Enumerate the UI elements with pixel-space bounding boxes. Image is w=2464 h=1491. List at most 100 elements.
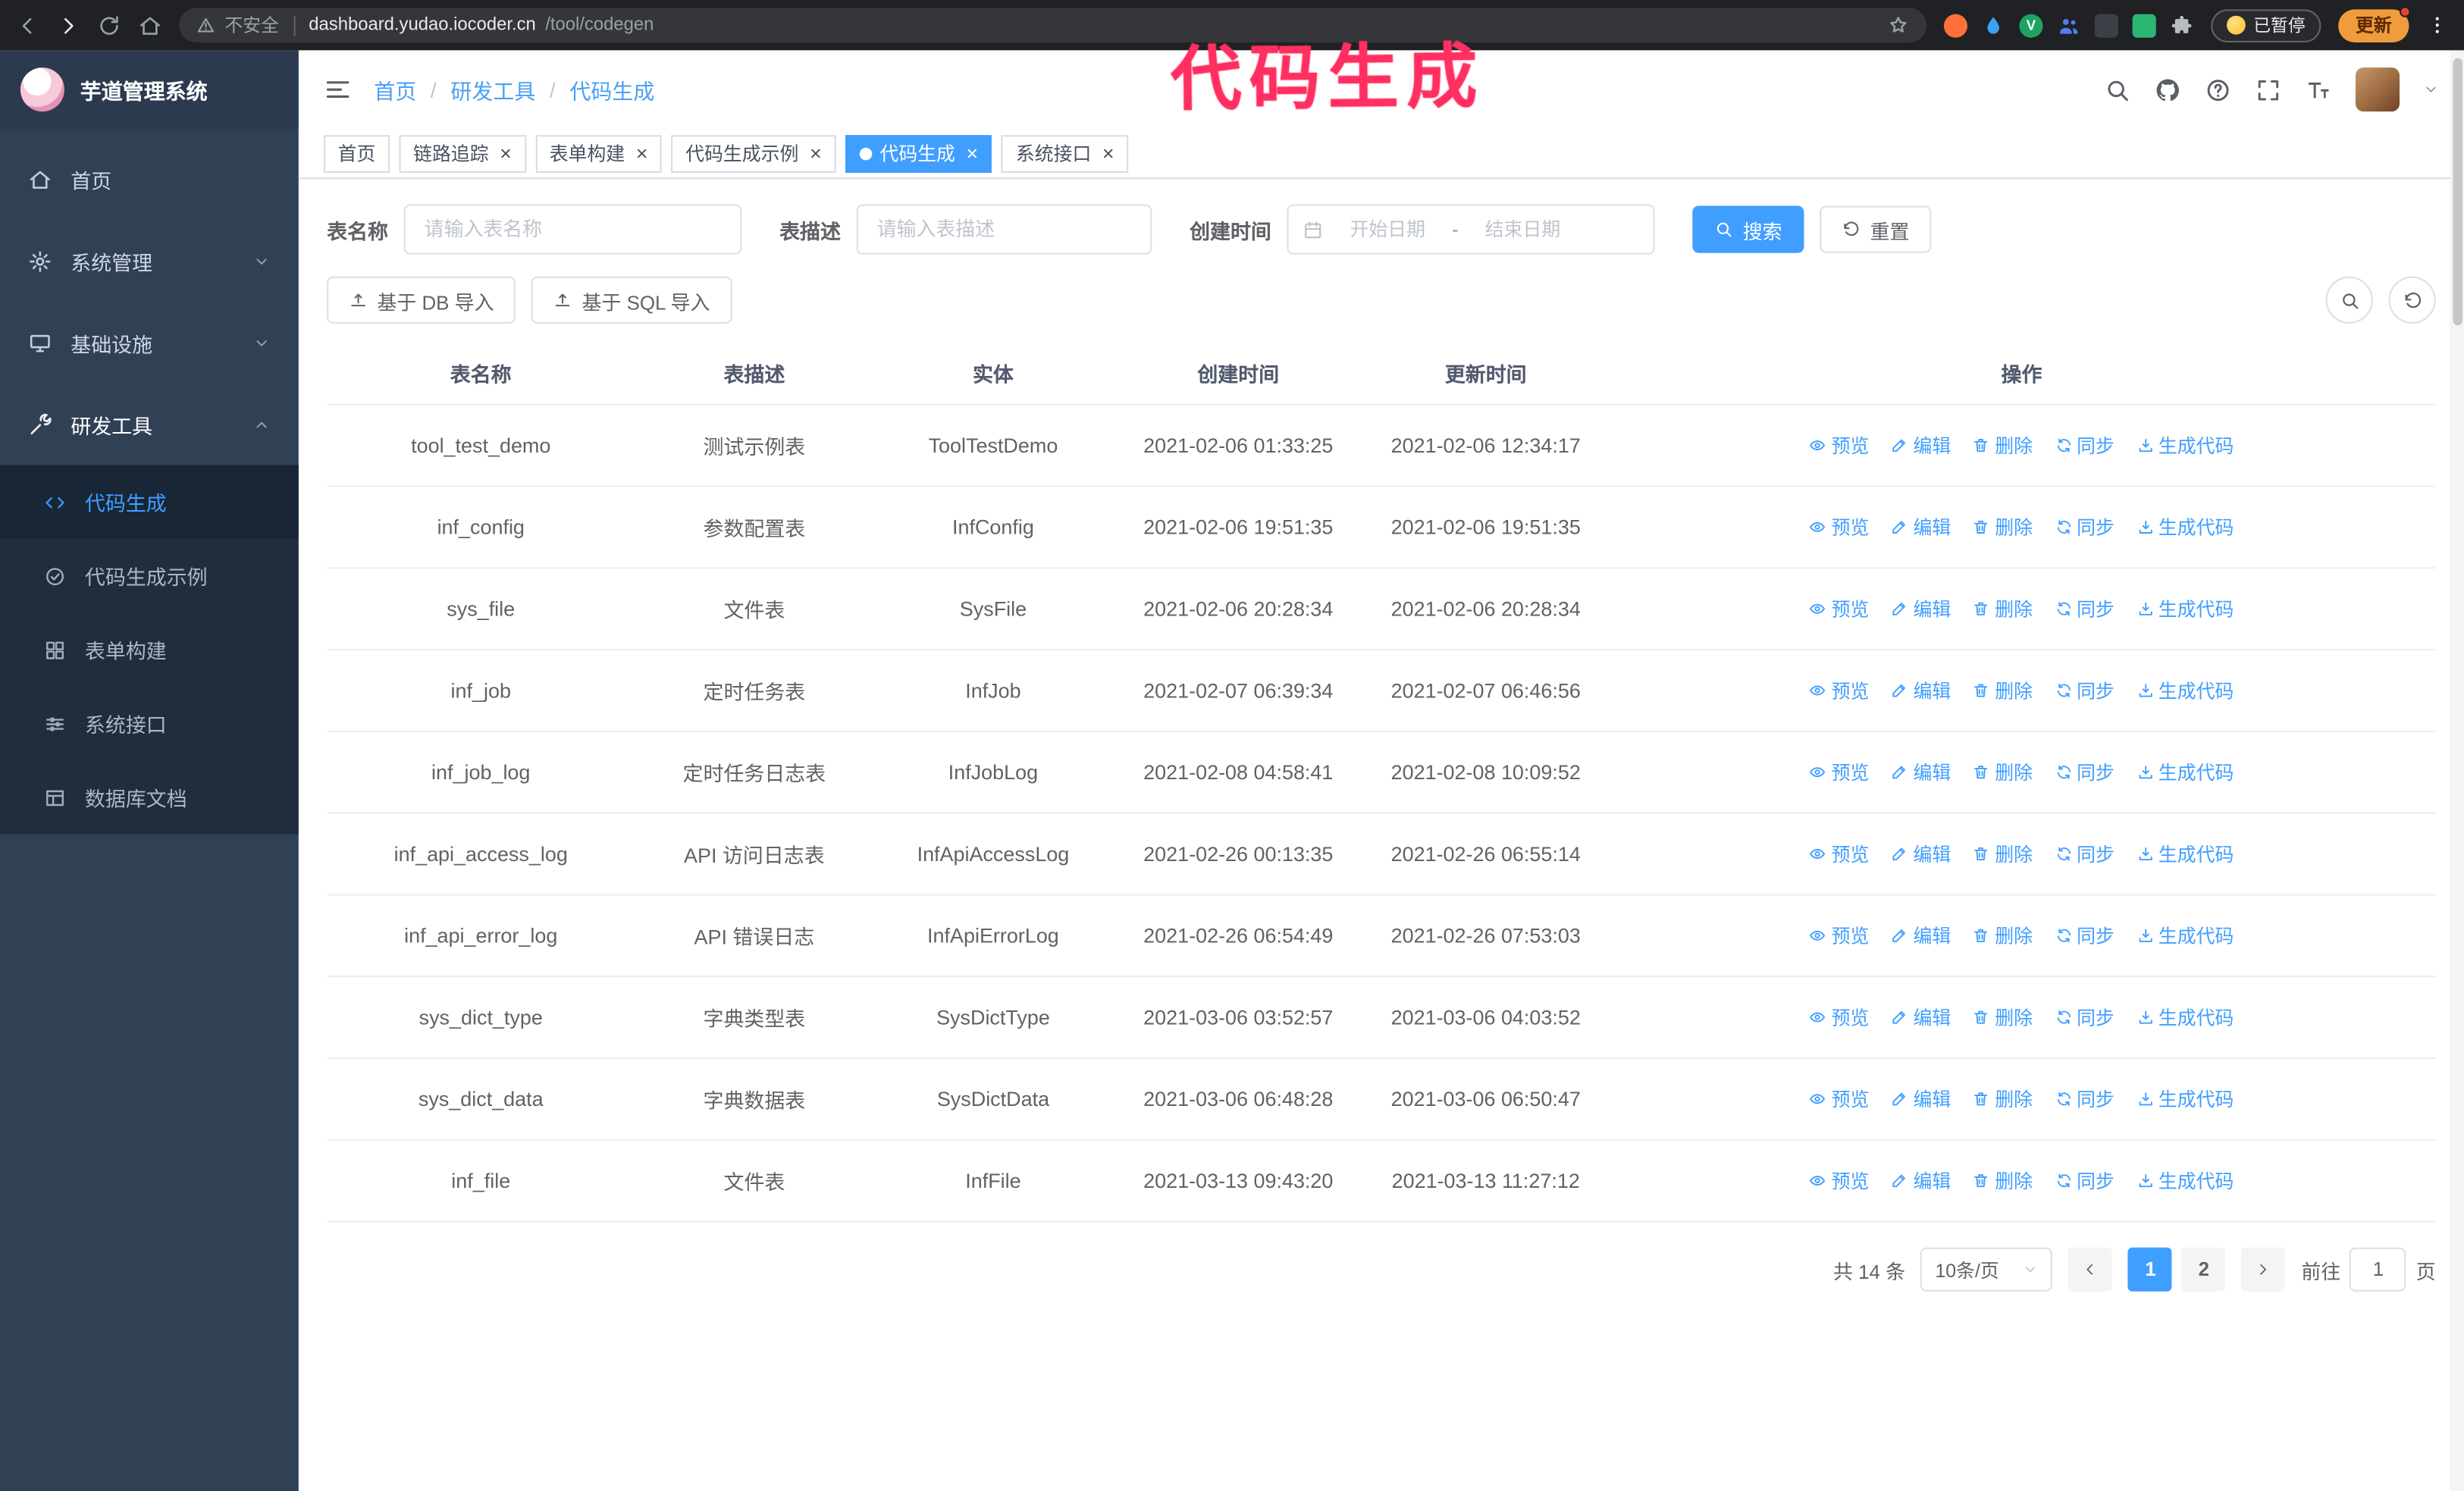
preview-link[interactable]: 预览 bbox=[1810, 1085, 1869, 1112]
edit-link[interactable]: 编辑 bbox=[1891, 841, 1951, 867]
sync-link[interactable]: 同步 bbox=[2055, 922, 2114, 949]
preview-link[interactable]: 预览 bbox=[1810, 1167, 1869, 1194]
tab-api[interactable]: 系统接口 × bbox=[1002, 134, 1129, 172]
preview-link[interactable]: 预览 bbox=[1810, 922, 1869, 949]
sidebar-item-system[interactable]: 系统管理 bbox=[0, 220, 299, 302]
extension-icon[interactable] bbox=[1943, 13, 1968, 37]
close-icon[interactable]: × bbox=[636, 143, 648, 164]
reset-button[interactable]: 重置 bbox=[1820, 205, 1932, 253]
delete-link[interactable]: 删除 bbox=[1973, 1004, 2033, 1030]
goto-page-input[interactable] bbox=[2350, 1247, 2407, 1292]
delete-link[interactable]: 删除 bbox=[1973, 432, 2033, 459]
breadcrumb-item[interactable]: 研发工具 bbox=[450, 74, 535, 105]
sidebar-subitem-codegen-example[interactable]: 代码生成示例 bbox=[0, 539, 299, 612]
tab-form-builder[interactable]: 表单构建 × bbox=[535, 134, 663, 172]
generate-link[interactable]: 生成代码 bbox=[2136, 1167, 2234, 1194]
preview-link[interactable]: 预览 bbox=[1810, 677, 1869, 703]
font-size-icon[interactable] bbox=[2306, 77, 2332, 103]
extension-icon[interactable] bbox=[2057, 14, 2080, 37]
sync-link[interactable]: 同步 bbox=[2055, 596, 2114, 622]
browser-home-icon[interactable] bbox=[138, 14, 161, 37]
preview-link[interactable]: 预览 bbox=[1810, 514, 1869, 540]
tab-home[interactable]: 首页 bbox=[323, 134, 390, 172]
scrollbar[interactable] bbox=[2450, 50, 2464, 1491]
edit-link[interactable]: 编辑 bbox=[1891, 1167, 1951, 1194]
generate-link[interactable]: 生成代码 bbox=[2136, 1085, 2234, 1112]
sidebar-subitem-db-doc[interactable]: 数据库文档 bbox=[0, 760, 299, 834]
edit-link[interactable]: 编辑 bbox=[1891, 596, 1951, 622]
preview-link[interactable]: 预览 bbox=[1810, 841, 1869, 867]
sync-link[interactable]: 同步 bbox=[2055, 677, 2114, 703]
generate-link[interactable]: 生成代码 bbox=[2136, 922, 2234, 949]
page-size-select[interactable]: 10条/页 bbox=[1920, 1247, 2053, 1292]
prev-page-button[interactable] bbox=[2068, 1247, 2113, 1292]
extension-icon[interactable] bbox=[2094, 13, 2118, 37]
user-avatar[interactable] bbox=[2355, 67, 2400, 112]
generate-link[interactable]: 生成代码 bbox=[2136, 841, 2234, 867]
page-button-1[interactable]: 1 bbox=[2128, 1247, 2173, 1292]
extension-icon[interactable] bbox=[2132, 13, 2156, 37]
tab-tracer[interactable]: 链路追踪 × bbox=[399, 134, 526, 172]
sync-link[interactable]: 同步 bbox=[2055, 514, 2114, 540]
edit-link[interactable]: 编辑 bbox=[1891, 1004, 1951, 1030]
sidebar-subitem-codegen[interactable]: 代码生成 bbox=[0, 465, 299, 539]
preview-link[interactable]: 预览 bbox=[1810, 1004, 1869, 1030]
fullscreen-icon[interactable] bbox=[2255, 77, 2281, 103]
delete-link[interactable]: 删除 bbox=[1973, 1167, 2033, 1194]
extension-icon[interactable]: V bbox=[2019, 13, 2043, 37]
sync-link[interactable]: 同步 bbox=[2055, 1167, 2114, 1194]
sidebar-item-infra[interactable]: 基础设施 bbox=[0, 302, 299, 384]
page-button-2[interactable]: 2 bbox=[2181, 1247, 2226, 1292]
breadcrumb-item[interactable]: 代码生成 bbox=[569, 74, 654, 105]
close-icon[interactable]: × bbox=[500, 143, 512, 164]
chrome-menu-icon[interactable] bbox=[2426, 14, 2448, 36]
chevron-down-icon[interactable] bbox=[2423, 82, 2439, 98]
edit-link[interactable]: 编辑 bbox=[1891, 922, 1951, 949]
sync-link[interactable]: 同步 bbox=[2055, 759, 2114, 785]
generate-link[interactable]: 生成代码 bbox=[2136, 432, 2234, 459]
puzzle-extension-icon[interactable] bbox=[2170, 14, 2193, 37]
breadcrumb-item[interactable]: 首页 bbox=[374, 74, 416, 105]
profile-paused-badge[interactable]: 已暂停 bbox=[2211, 8, 2321, 42]
scrollbar-thumb[interactable] bbox=[2452, 58, 2462, 326]
search-icon[interactable] bbox=[2104, 77, 2130, 103]
forward-icon[interactable] bbox=[57, 14, 80, 37]
extension-icon[interactable] bbox=[1982, 14, 2005, 37]
preview-link[interactable]: 预览 bbox=[1810, 759, 1869, 785]
next-page-button[interactable] bbox=[2241, 1247, 2286, 1292]
sync-link[interactable]: 同步 bbox=[2055, 841, 2114, 867]
import-sql-button[interactable]: 基于 SQL 导入 bbox=[531, 276, 732, 324]
tab-codegen[interactable]: 代码生成 × bbox=[845, 134, 992, 172]
reload-icon[interactable] bbox=[98, 14, 121, 37]
edit-link[interactable]: 编辑 bbox=[1891, 677, 1951, 703]
github-icon[interactable] bbox=[2155, 77, 2181, 103]
delete-link[interactable]: 删除 bbox=[1973, 841, 2033, 867]
tab-codegen-example[interactable]: 代码生成示例 × bbox=[671, 134, 836, 172]
delete-link[interactable]: 删除 bbox=[1973, 759, 2033, 785]
preview-link[interactable]: 预览 bbox=[1810, 432, 1869, 459]
sync-link[interactable]: 同步 bbox=[2055, 432, 2114, 459]
delete-link[interactable]: 删除 bbox=[1973, 677, 2033, 703]
preview-link[interactable]: 预览 bbox=[1810, 596, 1869, 622]
sync-link[interactable]: 同步 bbox=[2055, 1004, 2114, 1030]
app-logo[interactable]: 芋道管理系统 bbox=[0, 50, 299, 129]
start-date-input[interactable] bbox=[1329, 218, 1446, 241]
sidebar-item-home[interactable]: 首页 bbox=[0, 138, 299, 220]
sidebar-item-dev-tools[interactable]: 研发工具 bbox=[0, 384, 299, 465]
table-desc-input[interactable] bbox=[856, 204, 1152, 255]
end-date-input[interactable] bbox=[1464, 218, 1582, 241]
import-db-button[interactable]: 基于 DB 导入 bbox=[327, 276, 516, 324]
sidebar-subitem-api[interactable]: 系统接口 bbox=[0, 687, 299, 760]
close-icon[interactable]: × bbox=[966, 143, 978, 164]
toggle-search-button[interactable] bbox=[2325, 276, 2373, 324]
delete-link[interactable]: 删除 bbox=[1973, 596, 2033, 622]
back-icon[interactable] bbox=[16, 14, 39, 37]
delete-link[interactable]: 删除 bbox=[1973, 922, 2033, 949]
sidebar-toggle-icon[interactable] bbox=[324, 75, 352, 103]
refresh-table-button[interactable] bbox=[2388, 276, 2436, 324]
generate-link[interactable]: 生成代码 bbox=[2136, 1004, 2234, 1030]
sidebar-subitem-form-builder[interactable]: 表单构建 bbox=[0, 612, 299, 686]
edit-link[interactable]: 编辑 bbox=[1891, 432, 1951, 459]
table-name-input[interactable] bbox=[403, 204, 742, 255]
edit-link[interactable]: 编辑 bbox=[1891, 759, 1951, 785]
